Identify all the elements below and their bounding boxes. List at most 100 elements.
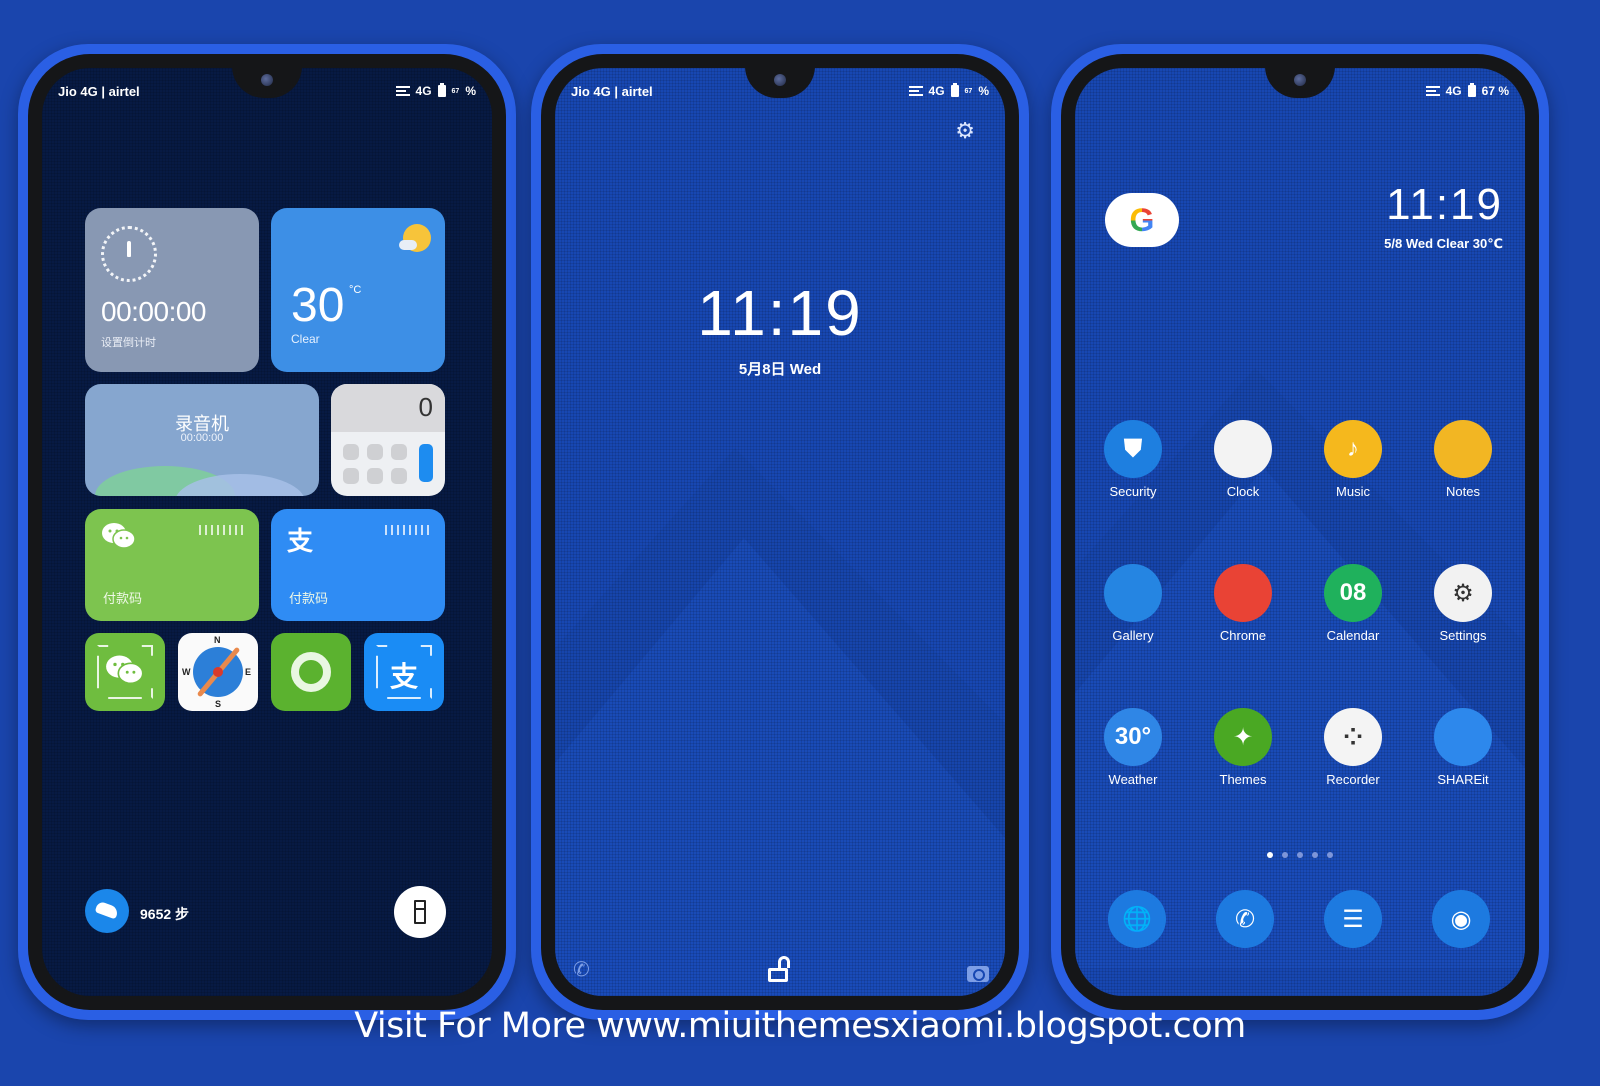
lock-screen: Jio 4G | airtel 4G 67 % ⚙ 11:19 5月8日 Wed… [555,68,1005,996]
home-clock: 11:19 [1386,180,1503,229]
countdown-timer-widget[interactable]: 00:00:00 设置倒计时 [85,208,259,372]
calculator-key[interactable] [367,468,383,484]
app-icon-glyph: 08 [1339,579,1367,606]
carrier-label: Jio 4G | airtel [58,83,140,99]
compass-north: N [214,635,221,645]
calculator-display: 0 [418,392,433,422]
battery-icon [1467,83,1476,97]
status-bar: Jio 4G | airtel 4G 67 % [571,82,989,100]
page-dot[interactable] [1312,852,1318,858]
dock-browser-button[interactable]: 🌐 [1108,890,1166,948]
app-icon-glyph [1434,420,1492,478]
app-icon-glyph: ♪ [1347,435,1359,462]
battery-level: 67 [964,87,973,95]
camera-shutter-shortcut[interactable] [271,633,351,711]
compass-south: S [215,699,222,709]
dock-messages-button[interactable]: ☰ [1324,890,1382,948]
dock-phone-button[interactable]: ✆ [1216,890,1274,948]
carrier-label: Jio 4G | airtel [571,83,653,99]
app-icon-glyph [1214,564,1272,622]
app-weather[interactable]: 30° Weather [1078,708,1188,787]
recorder-widget[interactable]: 录音机 00:00:00 [85,384,319,496]
status-bar: Jio 4G | airtel 4G 67 % [58,82,476,100]
shutter-icon [291,652,331,692]
unlock-icon[interactable] [768,956,792,982]
page-dot[interactable] [1327,852,1333,858]
gear-icon[interactable]: ⚙ [955,118,975,144]
step-counter-button[interactable] [85,889,129,933]
app-icon-glyph [1434,708,1492,766]
alipay-icon: 支 [389,661,418,692]
battery-icon [437,83,446,97]
home-screen: 4G 67 % G 11:19 5/8 Wed Clear 30℃ ⛊ Secur… [1075,68,1525,996]
settings-gear-icon: ⚙ [1434,564,1492,622]
signal-icon [908,86,923,96]
compass-shortcut[interactable]: N E S W [178,633,258,711]
app-themes[interactable]: ✦ Themes [1188,708,1298,787]
calculator-equals-key[interactable] [419,444,433,482]
shield-icon: ⛊ [1104,420,1162,478]
calculator-key[interactable] [343,468,359,484]
app-label: Clock [1226,484,1260,499]
wechat-icon [101,521,137,558]
alipay-pay-label: 付款码 [289,591,329,606]
status-icons: 4G 67 % [395,83,476,98]
phone-icon: ✆ [1234,905,1256,933]
calculator-key[interactable] [391,468,407,484]
app-icon-glyph [1104,564,1162,622]
timer-time: 00:00:00 [101,296,207,327]
calculator-widget[interactable]: 0 [331,384,445,496]
wechat-pay-widget[interactable]: 付款码 [85,509,259,621]
calculator-key[interactable] [367,444,383,460]
app-label: Themes [1219,772,1267,787]
page-dot[interactable] [1297,852,1303,858]
alipay-scan-shortcut[interactable]: 支 [364,633,444,711]
signal-icon [395,86,410,96]
weather-widget[interactable]: 30 °C Clear [271,208,445,372]
globe-icon: 🌐 [1122,905,1152,933]
app-icon-glyph: ✦ [1232,723,1254,751]
magic-wand-icon: ✦ [1214,708,1272,766]
shoe-icon [94,900,120,920]
wechat-pay-label: 付款码 [103,591,143,606]
camera-icon[interactable] [967,966,989,982]
weather-unit: °C [349,284,362,296]
flashlight-button[interactable] [394,886,446,938]
alipay-pay-widget[interactable]: 支 付款码 [271,509,445,621]
app-label: Security [1109,484,1157,499]
app-chrome[interactable]: Chrome [1188,564,1298,643]
calculator-key[interactable] [391,444,407,460]
app-label: Music [1336,484,1370,499]
network-type: 4G [928,84,945,98]
app-label: Calendar [1326,628,1380,643]
app-gallery[interactable]: Gallery [1078,564,1188,643]
app-security[interactable]: ⛊ Security [1078,420,1188,499]
compass-east: E [245,667,252,677]
page-indicator [1267,852,1333,858]
app-notes[interactable]: Notes [1408,420,1518,499]
lock-clock: 11:19 [697,277,863,349]
recorder-icon: ⁘ [1324,708,1382,766]
barcode-icon [199,525,243,535]
calendar-icon: 08 [1324,564,1382,622]
page-dot[interactable] [1267,852,1273,858]
app-clock[interactable]: Clock [1188,420,1298,499]
calculator-key[interactable] [343,444,359,460]
app-settings[interactable]: ⚙ Settings [1408,564,1518,643]
app-calendar[interactable]: 08 Calendar [1298,564,1408,643]
camera-icon: ◉ [1450,905,1472,933]
dock-camera-button[interactable]: ◉ [1432,890,1490,948]
google-search-button[interactable]: G [1105,193,1179,247]
app-recorder[interactable]: ⁘ Recorder [1298,708,1408,787]
phone-mockup-homescreen: 4G 67 % G 11:19 5/8 Wed Clear 30℃ ⛊ Secur… [1051,44,1549,1020]
app-shareit[interactable]: SHAREit [1408,708,1518,787]
app-music[interactable]: ♪ Music [1298,420,1408,499]
app-label: Settings [1439,628,1487,643]
wechat-scan-shortcut[interactable] [85,633,165,711]
music-note-icon: ♪ [1324,420,1382,478]
page-dot[interactable] [1282,852,1288,858]
message-icon: ☰ [1342,905,1364,933]
alipay-icon: 支 [287,526,314,556]
phone-icon[interactable]: ✆ [573,957,590,982]
timer-dial-icon [101,226,157,282]
